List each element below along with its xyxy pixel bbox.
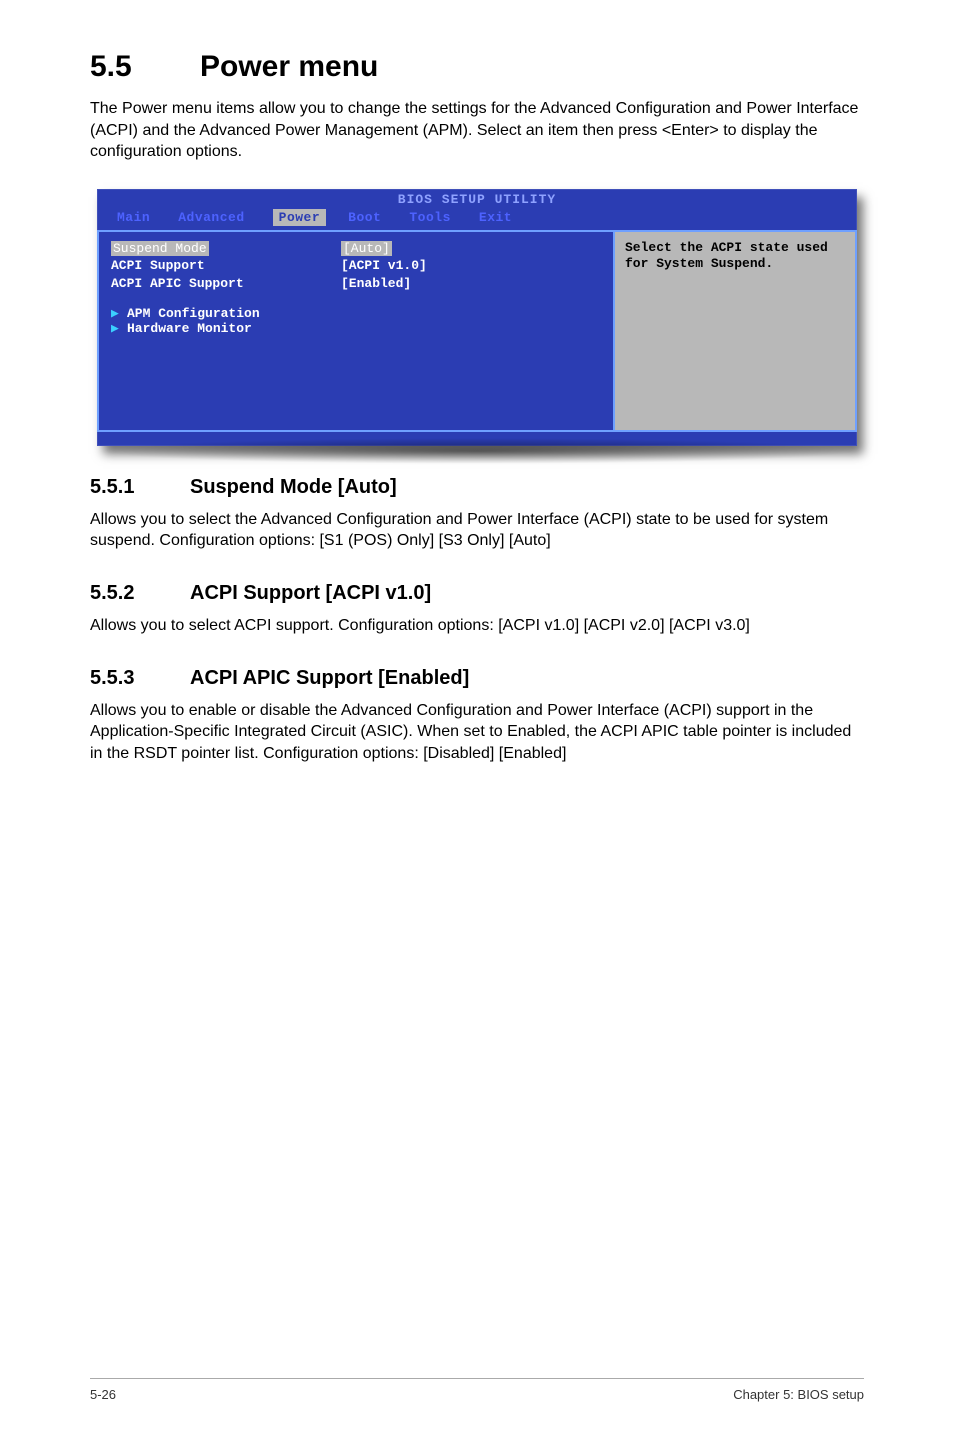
bios-window: BIOS SETUP UTILITY Main Advanced Power B… [97,189,857,446]
bios-menu-bar: Main Advanced Power Boot Tools Exit [97,207,857,230]
footer-page-number: 5-26 [90,1387,116,1402]
bios-tab-advanced[interactable]: Advanced [178,209,244,226]
bios-item-value: [Enabled] [341,275,601,293]
bios-item-acpi-support[interactable]: ACPI Support [ACPI v1.0] [111,257,601,275]
subsection-heading: 5.5.3ACPI APIC Support [Enabled] [90,667,864,690]
bios-item-suspend-mode[interactable]: Suspend Mode [Auto] [111,240,601,258]
subsection-body: Allows you to select ACPI support. Confi… [90,615,864,637]
subsection-body: Allows you to enable or disable the Adva… [90,700,864,765]
bios-left-pane: Suspend Mode [Auto] ACPI Support [ACPI v… [97,232,615,432]
bios-tab-power[interactable]: Power [273,209,327,226]
bios-item-value: [Auto] [341,241,392,256]
subsection-title: ACPI Support [ACPI v1.0] [190,582,431,604]
subsection-heading: 5.5.2ACPI Support [ACPI v1.0] [90,582,864,605]
subsection-number: 5.5.2 [90,582,190,605]
bios-help-pane: Select the ACPI state used for System Su… [615,232,857,432]
bios-tab-tools[interactable]: Tools [409,209,451,226]
bios-submenu-label: Hardware Monitor [127,321,252,336]
bios-submenu-apm[interactable]: ▶APM Configuration [111,306,601,321]
section-title-text: Power menu [200,50,378,83]
bios-item-value: [ACPI v1.0] [341,257,601,275]
bios-item-acpi-apic-support[interactable]: ACPI APIC Support [Enabled] [111,275,601,293]
subsection-title: ACPI APIC Support [Enabled] [190,667,469,689]
bios-item-label: ACPI Support [111,257,341,275]
triangle-right-icon: ▶ [111,321,127,336]
subsection-number: 5.5.1 [90,476,190,499]
subsection-title: Suspend Mode [Auto] [190,476,397,498]
bios-submenu-hardware-monitor[interactable]: ▶Hardware Monitor [111,321,601,336]
page-footer: 5-26 Chapter 5: BIOS setup [90,1378,864,1402]
bios-tab-boot[interactable]: Boot [348,209,381,226]
triangle-right-icon: ▶ [111,306,127,321]
subsection-number: 5.5.3 [90,667,190,690]
subsection-heading: 5.5.1Suspend Mode [Auto] [90,476,864,499]
bios-submenu-label: APM Configuration [127,306,260,321]
section-intro: The Power menu items allow you to change… [90,98,864,163]
bios-tab-main[interactable]: Main [117,209,150,226]
section-heading: 5.5Power menu [90,50,864,84]
bios-item-label: Suspend Mode [111,241,209,256]
subsection-body: Allows you to select the Advanced Config… [90,509,864,552]
bios-tab-exit[interactable]: Exit [479,209,512,226]
section-number: 5.5 [90,50,200,84]
bios-title: BIOS SETUP UTILITY [97,189,857,207]
bios-item-label: ACPI APIC Support [111,275,341,293]
footer-chapter: Chapter 5: BIOS setup [733,1387,864,1402]
